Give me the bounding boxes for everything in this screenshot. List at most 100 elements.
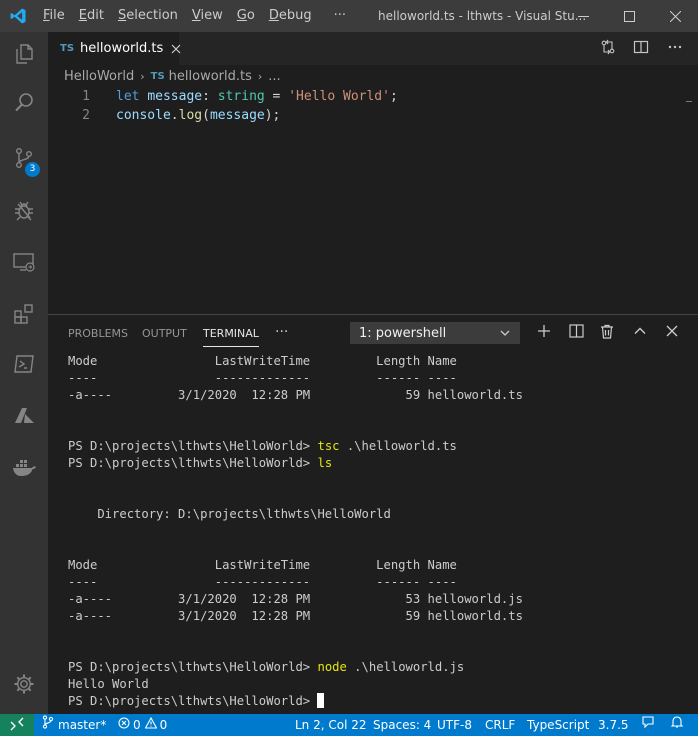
tab-label: helloworld.ts	[80, 41, 164, 56]
menu-label: iew	[200, 8, 223, 23]
close-icon	[666, 325, 678, 341]
terminal-line: -a---- 3/1/2020 12:28 PM 53 helloworld.j…	[68, 591, 523, 608]
terminal-prompt: PS D:\projects\lthwts\HelloWorld>	[68, 660, 318, 674]
tab-helloworld-ts[interactable]: TS helloworld.ts	[48, 32, 181, 65]
powershell-button[interactable]	[0, 342, 48, 390]
error-icon	[118, 715, 130, 735]
explorer-button[interactable]	[0, 32, 48, 80]
maximize-button[interactable]	[606, 0, 652, 32]
bug-icon	[12, 198, 36, 226]
close-icon[interactable]	[171, 42, 181, 56]
breadcrumb-file[interactable]: helloworld.ts	[169, 69, 252, 84]
split-editor-button[interactable]	[626, 32, 656, 65]
terminal-line: -a---- 3/1/2020 12:28 PM 59 helloworld.t…	[68, 608, 523, 625]
azure-button[interactable]	[0, 394, 48, 442]
code-token: ;	[389, 89, 398, 104]
chevron-up-icon	[633, 324, 647, 342]
terminal-text: -a---- 3/1/2020 12:28 PM 53 helloworld.j…	[68, 592, 523, 606]
code-token: string	[217, 89, 265, 104]
remote-indicator-button[interactable]	[0, 714, 34, 736]
code-line: 1 let message: string = 'Hello World';	[48, 87, 698, 106]
menu-item[interactable]: Debug	[262, 0, 319, 32]
terminal-line: Mode LastWriteTime Length Name	[68, 353, 457, 370]
code-token: .	[170, 108, 179, 123]
terminal-args: .\helloworld.js	[346, 660, 465, 674]
breadcrumb-folder[interactable]: HelloWorld	[64, 69, 134, 84]
code-token: message	[147, 89, 203, 104]
code-editor[interactable]: 1 let message: string = 'Hello World'; 2 co…	[48, 87, 698, 314]
indentation-indicator[interactable]: Spaces: 4	[373, 714, 431, 736]
branch-indicator[interactable]: master*	[42, 714, 106, 736]
debug-button[interactable]	[0, 188, 48, 236]
kill-terminal-button[interactable]	[595, 321, 619, 345]
terminal-prompt: PS D:\projects\lthwts\HelloWorld>	[68, 694, 318, 708]
ellipsis-icon	[667, 39, 683, 59]
breadcrumb-more[interactable]: ...	[268, 69, 280, 84]
menu-mnemonic: S	[117, 8, 127, 23]
menu-item[interactable]: View	[185, 0, 230, 32]
scm-count-badge: 3	[25, 162, 40, 177]
editor-tabs: TS helloworld.ts	[48, 32, 698, 65]
language-mode[interactable]: TypeScript	[527, 714, 589, 736]
chevron-right-icon: ›	[257, 69, 263, 83]
activity-bar: 3	[0, 32, 48, 714]
cursor-position[interactable]: Ln 2, Col 22	[295, 714, 367, 736]
branch-name: master*	[58, 718, 107, 732]
terminal-prompt: PS D:\projects\lthwts\HelloWorld>	[68, 456, 318, 470]
open-changes-button[interactable]	[593, 32, 623, 65]
terminal-text: Mode LastWriteTime Length Name	[68, 558, 457, 572]
compare-changes-icon	[600, 39, 616, 59]
menu-label: ile	[49, 8, 65, 23]
menu-item[interactable]: File	[36, 0, 72, 32]
code-token: :	[202, 89, 218, 104]
tab-terminal[interactable]: TERMINAL	[203, 315, 259, 351]
close-window-button[interactable]	[652, 0, 698, 32]
terminal-line: Mode LastWriteTime Length Name	[68, 557, 457, 574]
encoding-indicator[interactable]: UTF-8	[437, 714, 472, 736]
remote-monitor-icon	[12, 250, 36, 278]
menu-item[interactable]: Selection	[111, 0, 185, 32]
tab-output[interactable]: OUTPUT	[142, 315, 187, 351]
tab-problems[interactable]: PROBLEMS	[68, 315, 128, 351]
code-token: =	[264, 89, 289, 104]
typescript-version[interactable]: 3.7.5	[598, 714, 629, 736]
eol-indicator[interactable]: CRLF	[485, 714, 515, 736]
terminal-text: -a---- 3/1/2020 12:28 PM 59 helloworld.t…	[68, 388, 523, 402]
extensions-button[interactable]	[0, 292, 48, 340]
manage-button[interactable]	[0, 662, 48, 710]
terminal-output[interactable]: Mode LastWriteTime Length Name ---- -----…	[68, 353, 688, 715]
remote-explorer-button[interactable]	[0, 240, 48, 288]
split-terminal-button[interactable]	[564, 321, 588, 345]
warning-icon	[144, 715, 158, 735]
menu-item[interactable]: Edit	[72, 0, 111, 32]
docker-icon	[11, 456, 37, 484]
problems-indicator[interactable]: 0 0	[118, 714, 167, 736]
menu-label: o	[246, 8, 255, 23]
bell-icon	[670, 715, 684, 735]
more-actions-button[interactable]	[660, 32, 690, 65]
feedback-button[interactable]	[641, 714, 655, 736]
window-title: helloworld.ts - lthwts - Visual Stu...	[378, 9, 587, 23]
terminal-command: node	[317, 660, 347, 674]
terminal-text: Hello World	[68, 677, 149, 691]
terminal-select[interactable]: 1: powershell	[350, 322, 520, 344]
notifications-button[interactable]	[670, 714, 684, 736]
files-icon	[12, 42, 36, 70]
terminal-line: PS D:\projects\lthwts\HelloWorld> ls	[68, 455, 332, 472]
chevron-right-icon: ›	[140, 69, 145, 83]
source-control-button[interactable]: 3	[0, 136, 48, 184]
vscode-logo-icon[interactable]	[0, 0, 36, 32]
terminal-line: PS D:\projects\lthwts\HelloWorld>	[68, 693, 325, 710]
chevron-down-icon	[499, 327, 511, 343]
close-panel-button[interactable]	[660, 321, 684, 345]
menu-more[interactable]: ···	[327, 0, 353, 32]
line-number: 2	[82, 108, 90, 123]
minimize-button[interactable]	[560, 0, 606, 32]
new-terminal-button[interactable]	[532, 321, 556, 345]
maximize-panel-button[interactable]	[628, 321, 652, 345]
panel-more-tabs[interactable]: ···	[275, 315, 288, 351]
search-button[interactable]	[0, 80, 48, 128]
docker-button[interactable]	[0, 446, 48, 494]
typescript-file-icon: TS	[60, 43, 75, 54]
menu-item[interactable]: Go	[230, 0, 262, 32]
